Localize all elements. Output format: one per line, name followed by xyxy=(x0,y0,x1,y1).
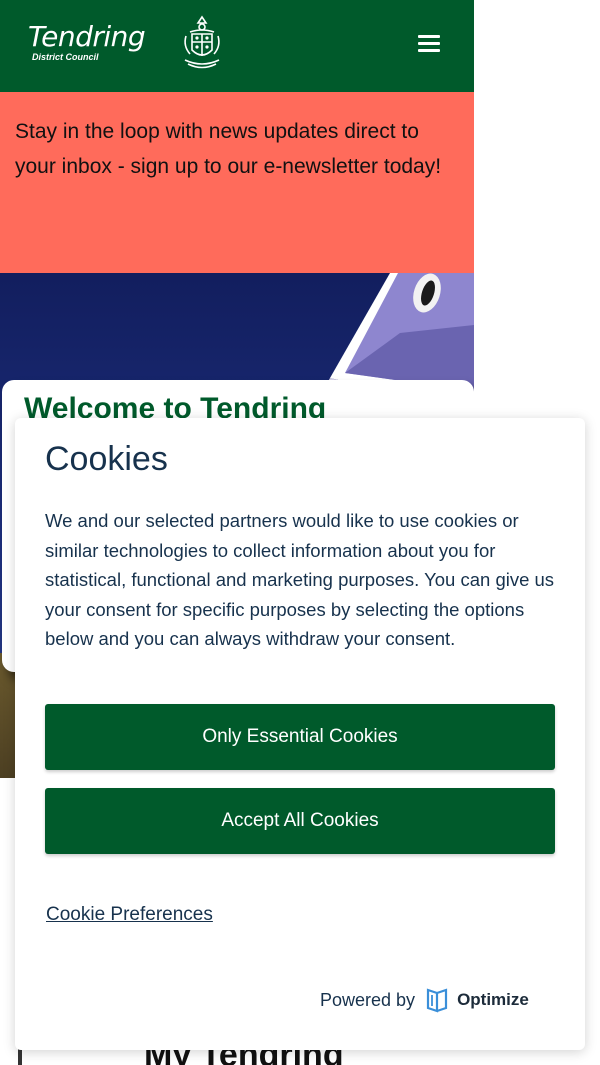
cookie-preferences-link[interactable]: Cookie Preferences xyxy=(46,904,213,926)
cookie-consent-dialog: Cookies We and our selected partners wou… xyxy=(15,418,585,1050)
accept-all-cookies-button[interactable]: Accept All Cookies xyxy=(45,788,555,854)
council-logo[interactable]: Tendring District Council xyxy=(28,20,146,63)
powered-by-optimize: Powered by Optimize xyxy=(320,986,529,1014)
hamburger-menu-icon[interactable] xyxy=(414,30,444,58)
cookie-description: We and our selected partners would like … xyxy=(45,510,555,649)
optimize-brand-name: Optimize xyxy=(457,990,529,1009)
cookie-dialog-title: Cookies xyxy=(45,440,168,478)
logo-subtitle: District Council xyxy=(32,52,99,62)
newsletter-banner: Stay in the loop with news updates direc… xyxy=(0,92,474,273)
council-crest-icon xyxy=(184,15,220,69)
optimize-logo-icon xyxy=(426,988,448,1013)
logo-name: Tendring xyxy=(28,20,146,53)
newsletter-signup-link[interactable]: Stay in the loop with news updates direc… xyxy=(15,114,465,184)
page: Tendring District Council Stay in the lo… xyxy=(0,0,600,1065)
site-header: Tendring District Council xyxy=(0,0,474,92)
powered-by-label: Powered by xyxy=(320,989,416,1010)
only-essential-cookies-button[interactable]: Only Essential Cookies xyxy=(45,704,555,770)
